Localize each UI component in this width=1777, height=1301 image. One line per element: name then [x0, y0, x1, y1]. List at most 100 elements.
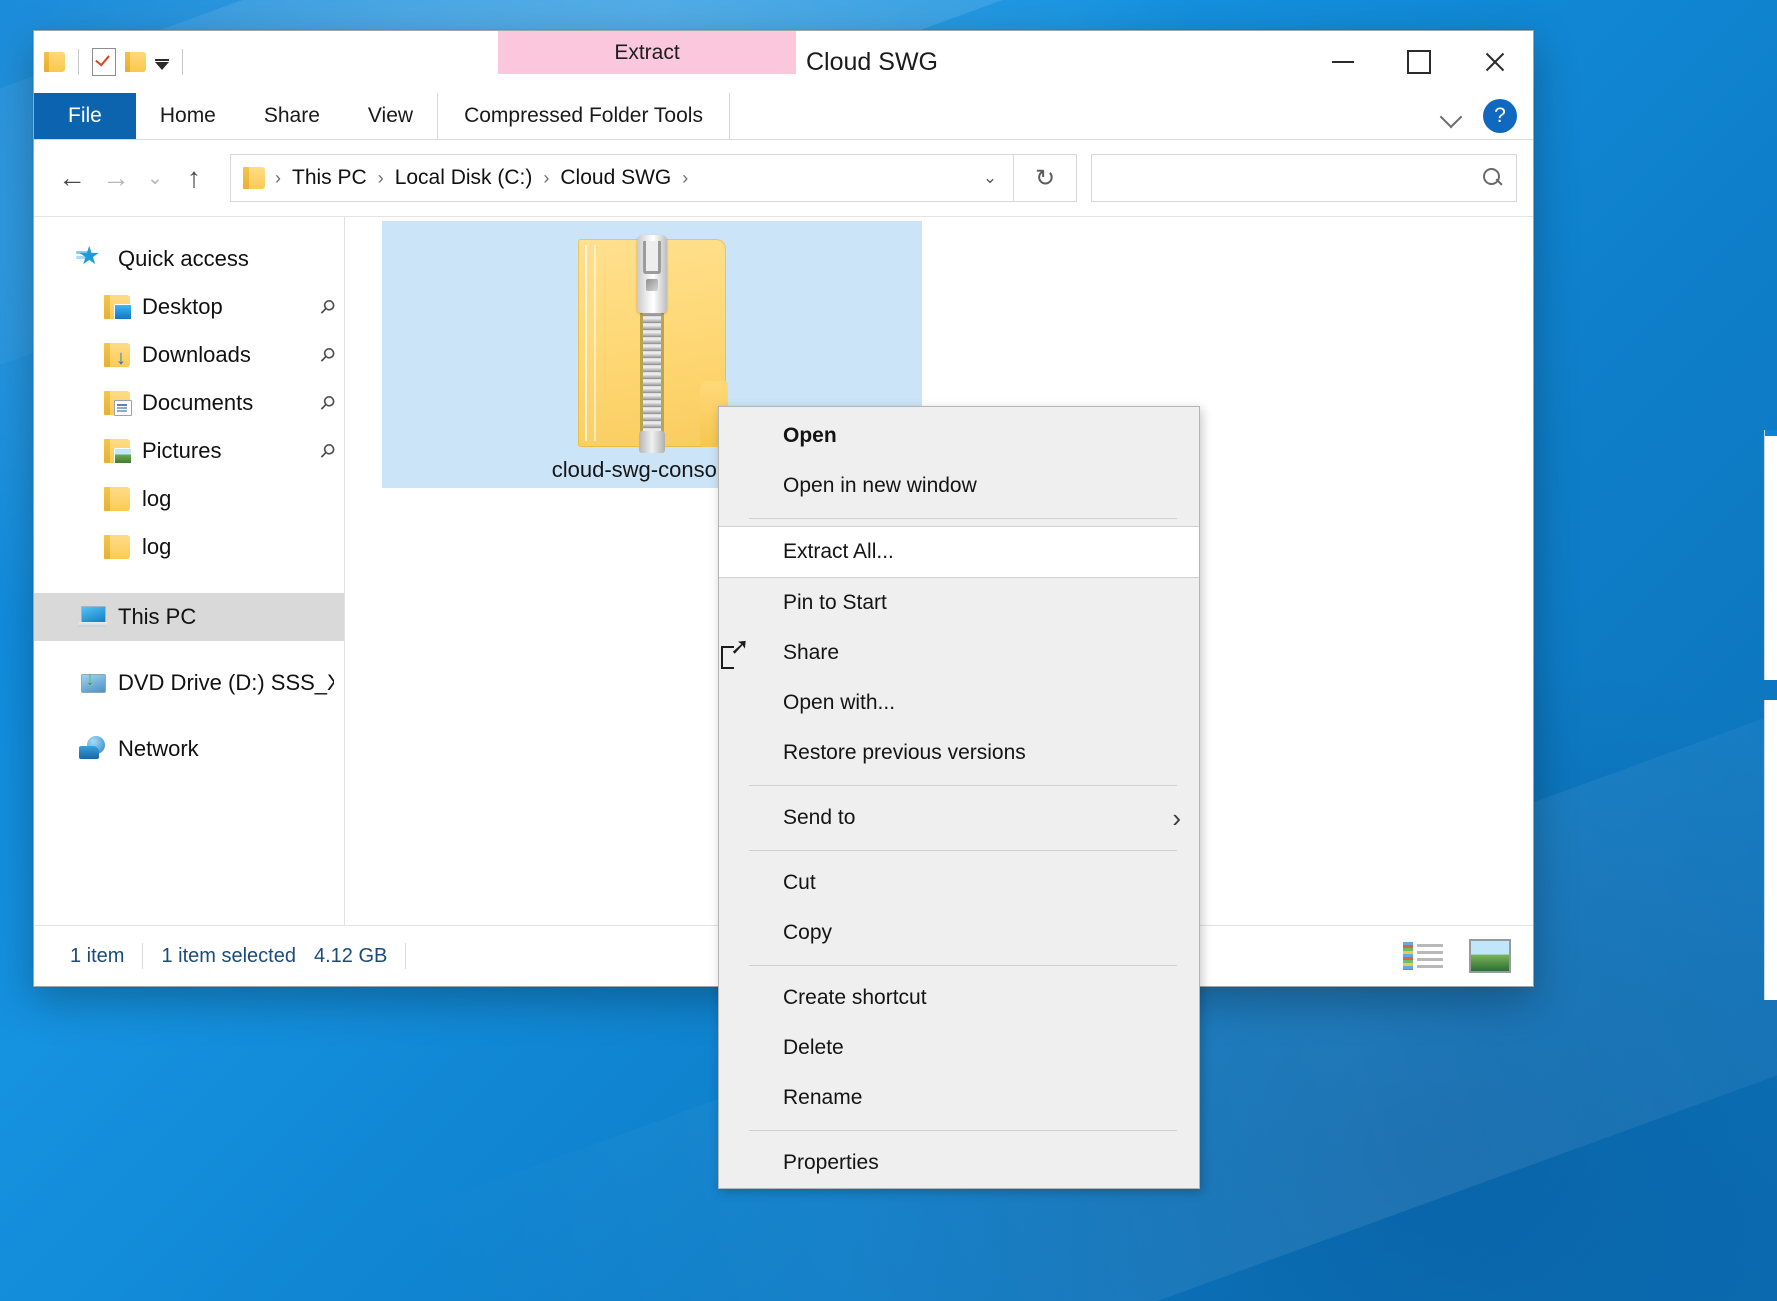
pin-icon[interactable]: ⚲ — [314, 342, 340, 368]
breadcrumb-item-cloud-swg[interactable]: Cloud SWG — [553, 163, 678, 193]
details-view-button[interactable] — [1403, 939, 1443, 973]
chevron-down-icon[interactable] — [1441, 106, 1461, 126]
sidebar-item-documents[interactable]: Documents ⚲ — [34, 379, 344, 427]
tab-home-label: Home — [159, 104, 216, 127]
pin-icon[interactable]: ⚲ — [314, 294, 340, 320]
navigation-pane: Quick access Desktop ⚲ Downloads ⚲ Docum… — [34, 217, 345, 925]
ribbon-tabs: File Home Share View Compressed Folder T… — [34, 93, 1533, 139]
sidebar-item-network[interactable]: Network — [34, 725, 344, 773]
context-menu-item-label: Delete — [783, 1036, 844, 1059]
network-icon — [79, 736, 106, 761]
context-menu-item-delete[interactable]: Delete — [719, 1023, 1199, 1073]
context-menu-item-share[interactable]: Share — [719, 628, 1199, 678]
context-menu-item-send-to[interactable]: Send to › — [719, 793, 1199, 843]
context-menu-separator — [749, 518, 1177, 519]
window-title-text: Cloud SWG — [806, 47, 938, 76]
view-mode-buttons — [1403, 939, 1511, 973]
divider — [78, 49, 79, 75]
background-window-edge[interactable] — [1764, 700, 1777, 1000]
navigation-bar: ← → ⌄ ↑ › This PC › Local Disk (C:) › Cl… — [34, 140, 1533, 217]
context-menu-item-cut[interactable]: Cut — [719, 858, 1199, 908]
dvd-drive-icon — [80, 669, 106, 695]
properties-icon[interactable] — [92, 48, 116, 76]
sidebar-item-label: Downloads — [142, 342, 251, 367]
sidebar-item-quick-access[interactable]: Quick access — [34, 235, 344, 283]
refresh-button[interactable]: ↻ — [1014, 154, 1077, 202]
divider — [405, 943, 407, 969]
minimize-button[interactable] — [1305, 31, 1381, 93]
sidebar-item-label: log — [142, 486, 172, 511]
title-bar: Extract Cloud SWG — [34, 31, 1533, 93]
folder-documents-icon — [104, 391, 132, 416]
sidebar-item-dvd-drive[interactable]: DVD Drive (D:) SSS_X6 — [34, 659, 344, 707]
context-menu-item-label: Open in new window — [783, 474, 977, 497]
context-menu-item-open[interactable]: Open — [719, 411, 1199, 461]
close-button[interactable] — [1457, 31, 1533, 93]
back-button[interactable]: ← — [50, 156, 94, 200]
forward-button[interactable]: → — [94, 156, 138, 200]
context-menu-item-label: Rename — [783, 1086, 863, 1109]
sidebar-item-desktop[interactable]: Desktop ⚲ — [34, 283, 344, 331]
breadcrumb-item-this-pc[interactable]: This PC — [285, 163, 374, 193]
tab-view[interactable]: View — [344, 93, 437, 139]
context-menu-item-open-with[interactable]: Open with... — [719, 678, 1199, 728]
search-icon[interactable] — [1482, 167, 1504, 189]
context-menu-item-extract-all[interactable]: Extract All... — [719, 526, 1199, 578]
context-menu-item-create-shortcut[interactable]: Create shortcut — [719, 973, 1199, 1023]
sidebar-item-label: Pictures — [142, 438, 222, 463]
customize-quick-access-caret-icon[interactable] — [155, 58, 169, 70]
up-button[interactable]: ↑ — [172, 156, 216, 200]
explorer-icon[interactable] — [44, 52, 65, 72]
share-icon — [719, 635, 753, 669]
breadcrumb-separator[interactable]: › — [376, 168, 386, 189]
context-menu-item-copy[interactable]: Copy — [719, 908, 1199, 958]
background-window-edge[interactable] — [1764, 430, 1777, 680]
maximize-button[interactable] — [1381, 31, 1457, 93]
search-input[interactable] — [1104, 166, 1482, 190]
context-menu-item-restore-previous-versions[interactable]: Restore previous versions — [719, 728, 1199, 778]
folder-desktop-icon — [104, 295, 132, 320]
sidebar-item-label: DVD Drive (D:) SSS_X6 — [118, 670, 334, 695]
tab-file[interactable]: File — [34, 93, 136, 139]
recent-locations-button[interactable]: ⌄ — [138, 156, 172, 200]
help-button[interactable]: ? — [1483, 99, 1517, 133]
large-icons-view-button[interactable] — [1469, 939, 1511, 973]
sidebar-item-label: Quick access — [118, 246, 249, 271]
address-dropdown-icon[interactable]: ⌄ — [973, 168, 1007, 188]
context-menu-item-label: Copy — [783, 921, 833, 944]
folder-icon — [104, 535, 130, 559]
breadcrumb-separator: › — [275, 167, 281, 188]
breadcrumb-separator[interactable]: › — [541, 168, 551, 189]
tab-share[interactable]: Share — [240, 93, 344, 139]
context-menu-item-open-in-new-window[interactable]: Open in new window — [719, 461, 1199, 511]
tab-file-label: File — [68, 104, 102, 127]
context-menu-separator — [749, 965, 1177, 966]
new-folder-icon[interactable] — [125, 52, 146, 72]
context-menu-item-properties[interactable]: Properties — [719, 1138, 1199, 1188]
pin-icon[interactable]: ⚲ — [314, 438, 340, 464]
address-bar[interactable]: › This PC › Local Disk (C:) › Cloud SWG … — [230, 154, 1014, 202]
contextual-tab-extract[interactable]: Extract — [498, 31, 796, 74]
breadcrumb-item-local-disk[interactable]: Local Disk (C:) — [388, 163, 540, 193]
sidebar-item-log-1[interactable]: log — [34, 475, 344, 523]
ribbon-right-controls: ? — [1441, 93, 1517, 139]
breadcrumb-separator[interactable]: › — [680, 168, 690, 189]
status-selection: 1 item selected — [161, 944, 296, 967]
sidebar-item-this-pc[interactable]: This PC — [34, 593, 344, 641]
tab-home[interactable]: Home — [136, 93, 240, 139]
sidebar-item-pictures[interactable]: Pictures ⚲ — [34, 427, 344, 475]
divider — [182, 49, 183, 75]
folder-icon — [104, 487, 130, 511]
sidebar-item-downloads[interactable]: Downloads ⚲ — [34, 331, 344, 379]
pin-icon[interactable]: ⚲ — [314, 390, 340, 416]
tab-compressed-folder-tools[interactable]: Compressed Folder Tools — [437, 93, 730, 139]
search-box[interactable] — [1091, 154, 1517, 202]
sidebar-item-log-2[interactable]: log — [34, 523, 344, 571]
context-menu: Open Open in new window Extract All... P… — [718, 406, 1200, 1189]
sidebar-item-label: Documents — [142, 390, 254, 415]
context-menu-item-rename[interactable]: Rename — [719, 1073, 1199, 1123]
context-menu-item-pin-to-start[interactable]: Pin to Start — [719, 578, 1199, 628]
status-size: 4.12 GB — [313, 944, 388, 967]
maximize-icon — [1407, 50, 1431, 74]
tab-compressed-folder-tools-label: Compressed Folder Tools — [464, 104, 703, 127]
